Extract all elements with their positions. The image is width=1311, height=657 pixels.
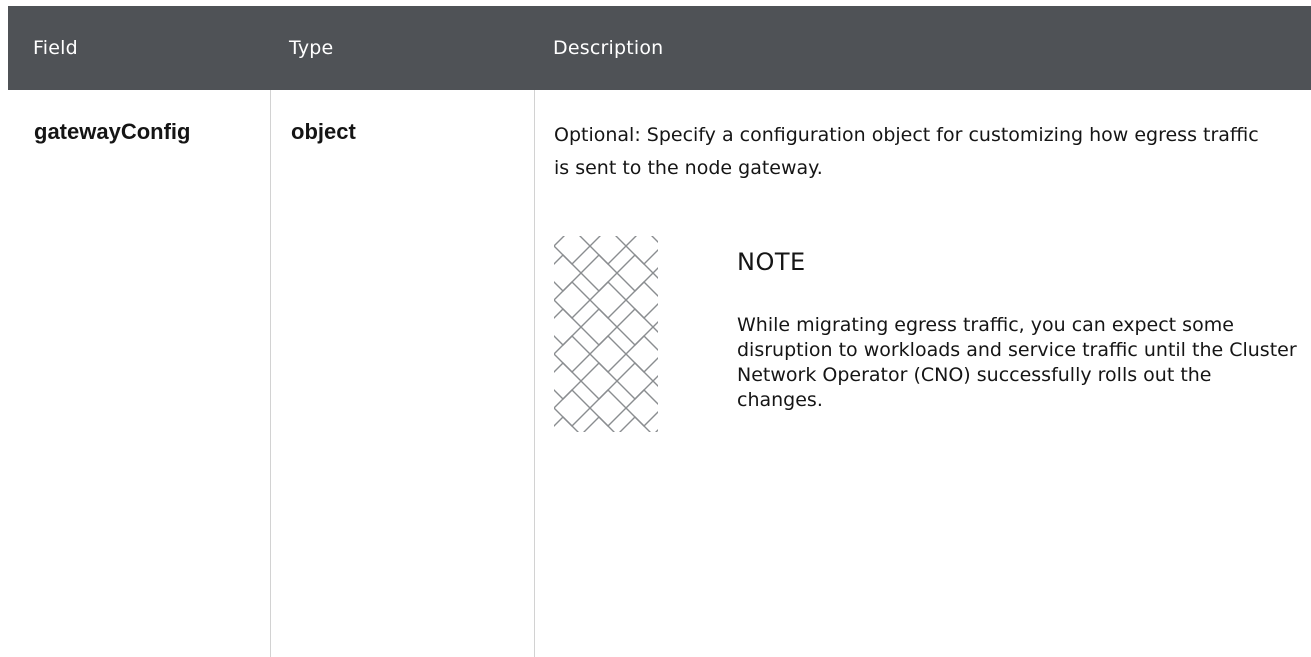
header-description: Description (553, 37, 664, 59)
note-title: NOTE (737, 248, 806, 276)
column-divider (534, 90, 535, 657)
field-description-cell: Optional: Specify a configuration object… (554, 124, 1259, 179)
field-name-cell: gatewayConfig (34, 119, 191, 144)
header-type: Type (289, 37, 334, 59)
field-table: Field Type Description gatewayConfig obj… (8, 6, 1311, 657)
header-field: Field (33, 37, 78, 59)
note-body: While migrating egress traffic, you can … (737, 314, 1297, 411)
note-pattern-icon (554, 236, 658, 432)
field-type-cell: object (291, 119, 356, 144)
column-divider (270, 90, 271, 657)
table-header: Field Type Description (8, 6, 1311, 90)
